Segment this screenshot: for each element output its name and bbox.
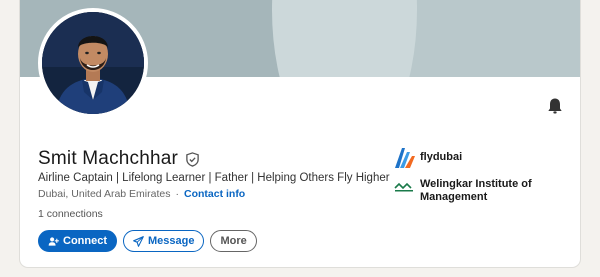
- send-icon: [133, 235, 144, 247]
- message-label: Message: [148, 235, 195, 247]
- flydubai-logo: [395, 148, 415, 168]
- location-row: Dubai, United Arab Emirates · Contact info: [38, 188, 245, 200]
- org-name: Welingkar Institute of Management: [420, 178, 532, 203]
- organizations: flydubai Welingkar Institute of Manageme…: [392, 146, 572, 210]
- add-person-icon: [48, 236, 59, 246]
- bell-icon[interactable]: [544, 96, 566, 116]
- profile-headline: Airline Captain | Lifelong Learner | Fat…: [38, 172, 390, 184]
- connections-count[interactable]: 1 connections: [38, 208, 103, 220]
- welingkar-logo: [392, 180, 416, 196]
- profile-card: Smit Machchhar Airline Captain | Lifelon…: [19, 0, 581, 268]
- separator: ·: [175, 188, 179, 200]
- contact-info-link[interactable]: Contact info: [184, 188, 245, 200]
- connect-label: Connect: [63, 235, 107, 247]
- name-row: Smit Machchhar: [38, 148, 200, 170]
- avatar[interactable]: [38, 8, 148, 118]
- action-buttons: Connect Message More: [38, 230, 257, 252]
- more-label: More: [220, 235, 247, 247]
- org-item-welingkar[interactable]: Welingkar Institute of Management: [392, 178, 572, 204]
- profile-location: Dubai, United Arab Emirates: [38, 188, 171, 200]
- org-item-flydubai[interactable]: flydubai: [392, 146, 572, 170]
- connect-button[interactable]: Connect: [38, 230, 117, 252]
- profile-name: Smit Machchhar: [38, 148, 179, 169]
- more-button[interactable]: More: [210, 230, 257, 252]
- org-name: flydubai: [420, 151, 463, 163]
- message-button[interactable]: Message: [123, 230, 205, 252]
- verified-shield-icon[interactable]: [185, 151, 200, 167]
